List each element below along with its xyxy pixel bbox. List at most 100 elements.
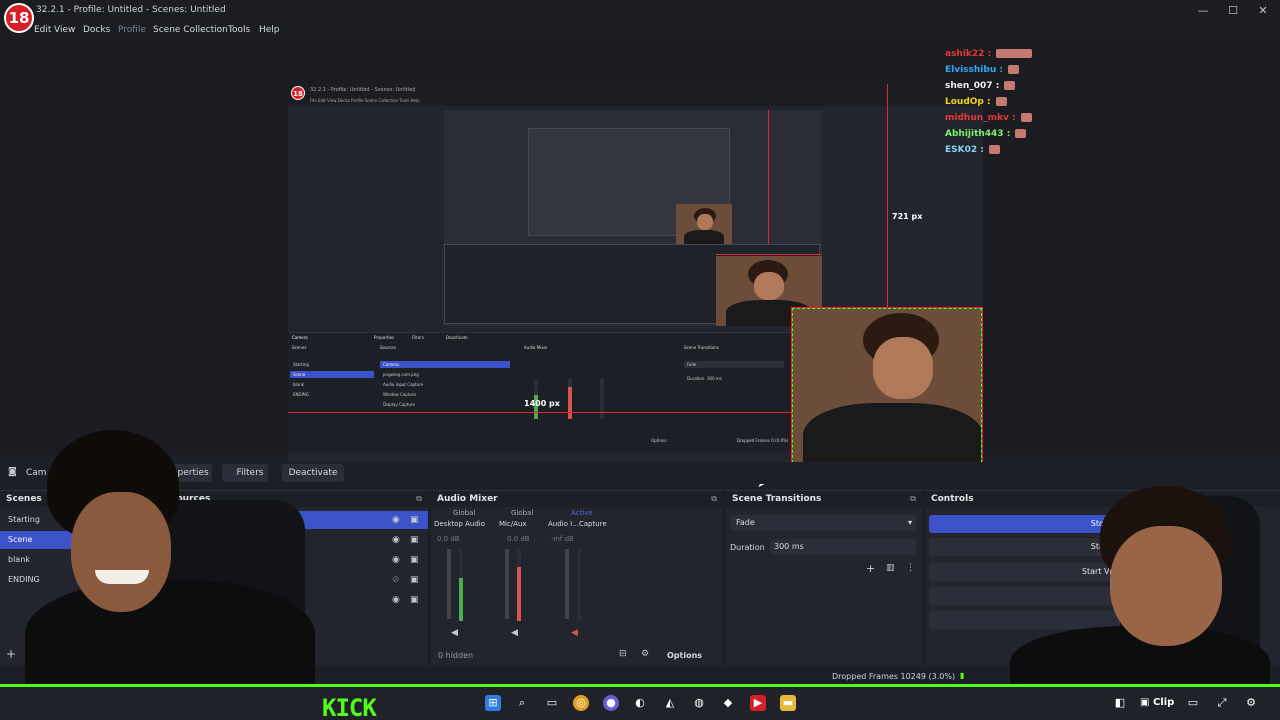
speaker-icon[interactable]: ◀ [451, 628, 458, 638]
fullscreen-icon[interactable]: ⤢ [1214, 695, 1230, 711]
chat-user: ashik22 [945, 49, 985, 59]
emote-icon [1004, 81, 1016, 90]
nested-meter [568, 379, 572, 419]
search-icon[interactable]: ⌕ [514, 695, 530, 711]
clip-icon: ▣ [1140, 697, 1150, 708]
duration-label: Duration [730, 543, 765, 552]
chat-user: LoudOp [945, 97, 984, 107]
guide-vertical [887, 84, 888, 328]
menu-tools[interactable]: Tools [228, 25, 250, 35]
steam-icon[interactable]: ◆ [720, 695, 736, 711]
chat-user: ESK02 [945, 145, 978, 155]
popout-icon[interactable]: ⧉ [910, 491, 916, 507]
menu-profile[interactable]: Profile [118, 25, 146, 35]
app-icon[interactable]: ◍ [691, 695, 707, 711]
chat-user: shen_007 [945, 81, 993, 91]
speaker-muted-icon[interactable]: ◀ [571, 628, 578, 638]
volume-slider[interactable] [505, 549, 509, 619]
discord-icon[interactable]: ● [603, 695, 619, 711]
title-bar: 32.2.1 - Profile: Untitled - Scenes: Unt… [0, 0, 1280, 22]
nested-scene-item: ENDING [293, 392, 309, 397]
sidebar-icon[interactable]: ◧ [1112, 695, 1128, 711]
eye-icon[interactable]: ◉ [392, 555, 400, 565]
nested-source-item: Camera [380, 361, 510, 368]
chat-message: Elvisshibu : [945, 65, 1020, 79]
volume-slider[interactable] [447, 549, 451, 619]
task-view-icon[interactable]: ▭ [544, 695, 560, 711]
menu-docks[interactable]: Docks [83, 25, 110, 35]
emote-icon [989, 145, 1001, 154]
clip-label: Clip [1152, 697, 1175, 708]
menu-edit[interactable]: Edit [34, 25, 51, 35]
chrome-icon[interactable]: ◎ [573, 695, 589, 711]
settings-gear-icon[interactable]: ⚙ [1243, 695, 1259, 711]
nested-guide-v [768, 110, 769, 244]
layout-icon[interactable]: ⊟ [619, 649, 627, 659]
add-transition-icon[interactable]: + [866, 562, 875, 575]
chat-message: ashik22 : [945, 49, 1033, 63]
lock-icon[interactable]: ▣ [410, 575, 419, 585]
windows-start-icon[interactable]: ⊞ [485, 695, 501, 711]
nested-toolbar-properties: Properties [374, 335, 395, 340]
popout-icon[interactable]: ⧉ [416, 491, 422, 507]
nested-scene-item: blank [293, 382, 304, 387]
emote-icon [1015, 129, 1027, 138]
theater-mode-icon[interactable]: ▭ [1185, 695, 1201, 711]
settings-icon[interactable]: ⚙ [641, 649, 649, 659]
obs-icon[interactable]: ◐ [632, 695, 648, 711]
eye-icon[interactable]: ◉ [392, 535, 400, 545]
close-button[interactable]: ✕ [1248, 2, 1278, 20]
speaker-icon[interactable]: ◀ [511, 628, 518, 638]
maximize-button[interactable]: ☐ [1218, 2, 1248, 20]
popout-icon[interactable]: ⧉ [711, 491, 717, 507]
youtube-icon[interactable]: ▶ [750, 695, 766, 711]
guide-horizontal-label: 1400 px [524, 399, 560, 408]
lock-icon[interactable]: ▣ [410, 555, 419, 565]
mixer-tab[interactable]: Active [571, 509, 593, 517]
eye-icon[interactable]: ◉ [392, 595, 400, 605]
channel-name: Desktop Audio [434, 520, 485, 528]
chat-message: ESK02 : [945, 145, 1001, 159]
lock-icon[interactable]: ▣ [410, 515, 419, 525]
menu-help[interactable]: Help [259, 25, 280, 35]
volume-slider[interactable] [565, 549, 569, 619]
lock-icon[interactable]: ▣ [410, 535, 419, 545]
volume-meter [517, 549, 521, 621]
eye-hidden-icon[interactable]: ⊘ [392, 575, 400, 585]
trash-icon[interactable]: ▥ [886, 563, 895, 573]
preview-canvas[interactable]: 32.2.1 - Profile: Untitled - Scenes: Unt… [288, 84, 983, 480]
mixer-options-button[interactable]: Options [667, 651, 702, 660]
menu-scene-collection[interactable]: Scene Collection [153, 25, 228, 35]
hidden-count: 0 hidden [438, 651, 474, 660]
transition-select[interactable]: Fade ▾ [730, 515, 916, 531]
minimize-button[interactable]: — [1188, 2, 1218, 20]
nested-source-item: pngwing.com.png [383, 372, 419, 377]
nested-source-item: Window Capture [383, 392, 416, 397]
transitions-title: Scene Transitions [732, 494, 822, 504]
chat-user: midhun_mkv [945, 113, 1009, 123]
guide-vertical-label: 721 px [892, 212, 923, 221]
eye-icon[interactable]: ◉ [392, 515, 400, 525]
guest-facecam [980, 486, 1280, 687]
stream-taskbar: ⊞ ⌕ ▭ ◎ ● ◐ ◭ ◍ ◆ ▶ ▬ ◧ ▣ Clip ▭ ⤢ ⚙ [0, 687, 1280, 720]
more-icon[interactable]: ⋮ [906, 563, 915, 573]
folder-icon[interactable]: ▬ [780, 695, 796, 711]
nested-title-bar: 32.2.1 - Profile: Untitled - Scenes: Unt… [288, 84, 983, 96]
nested-scene-item: Scene [290, 371, 374, 378]
volume-meter [459, 549, 463, 621]
mixer-tab[interactable]: Global [511, 509, 533, 517]
duration-input[interactable]: 300 ms [770, 539, 916, 555]
mixer-tab[interactable]: Global [453, 509, 475, 517]
volume-meter [577, 549, 581, 621]
emote-icon [995, 97, 1007, 106]
clip-button[interactable]: ▣ Clip [1140, 697, 1174, 708]
lock-icon[interactable]: ▣ [410, 595, 419, 605]
nested-source-item: Display Capture [383, 402, 415, 407]
preview-area[interactable]: 32.2.1 - Profile: Untitled - Scenes: Unt… [0, 40, 1280, 490]
nested-header-sources: Sources [380, 345, 396, 350]
nvidia-icon[interactable]: ◭ [662, 695, 678, 711]
menu-view[interactable]: View [54, 25, 75, 35]
channel-db: 0.0 dB [437, 535, 460, 543]
chat-message: shen_007 : [945, 81, 1016, 95]
camera-source[interactable] [791, 307, 983, 479]
